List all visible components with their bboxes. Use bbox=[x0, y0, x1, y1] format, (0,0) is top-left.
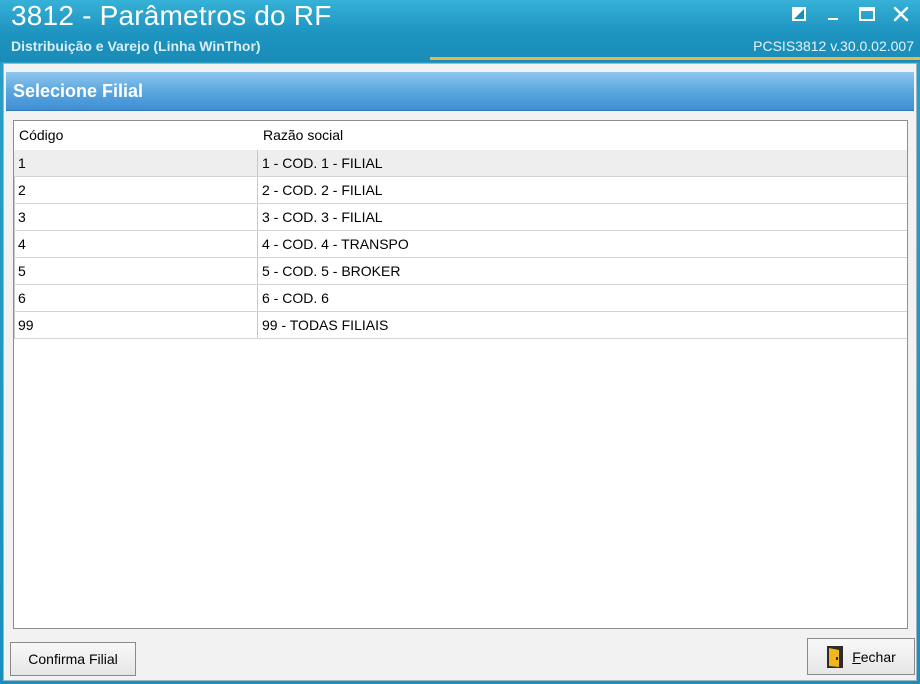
cell-codigo: 99 bbox=[14, 312, 258, 338]
cell-razao-social: 5 - COD. 5 - BROKER bbox=[262, 263, 401, 279]
column-header-razao-social[interactable]: Razão social bbox=[258, 121, 907, 150]
cell-razao-social: 4 - COD. 4 - TRANSPO bbox=[262, 236, 409, 252]
close-icon[interactable] bbox=[890, 4, 912, 24]
branch-grid[interactable]: Código Razão social 1 1 - COD. 1 - FILIA… bbox=[13, 120, 908, 629]
door-exit-icon bbox=[827, 645, 844, 668]
maximize-icon[interactable] bbox=[856, 4, 878, 24]
confirm-branch-label: Confirma Filial bbox=[28, 651, 118, 667]
cell-codigo: 3 bbox=[14, 204, 258, 230]
close-button-label: Fechar bbox=[852, 648, 896, 665]
panel-title: Selecione Filial bbox=[13, 81, 144, 101]
app-title: 3812 - Parâmetros do RF bbox=[11, 0, 332, 31]
cell-codigo: 5 bbox=[14, 258, 258, 284]
client-area: Selecione Filial Código Razão social 1 1… bbox=[3, 63, 917, 681]
panel-header: Selecione Filial bbox=[6, 72, 914, 111]
restore-icon[interactable] bbox=[788, 4, 810, 24]
close-button[interactable]: Fechar bbox=[807, 638, 915, 675]
table-row[interactable]: 5 5 - COD. 5 - BROKER bbox=[14, 258, 907, 285]
table-row[interactable]: 99 99 - TODAS FILIAIS bbox=[14, 312, 907, 339]
minimize-icon[interactable] bbox=[822, 4, 844, 24]
cell-codigo: 6 bbox=[14, 285, 258, 311]
cell-razao-social: 3 - COD. 3 - FILIAL bbox=[262, 209, 383, 225]
app-version: PCSIS3812 v.30.0.02.007 bbox=[753, 38, 914, 54]
cell-razao-social: 1 - COD. 1 - FILIAL bbox=[262, 155, 383, 171]
grid-body: 1 1 - COD. 1 - FILIAL 2 2 - COD. 2 - FIL… bbox=[14, 150, 907, 339]
cell-codigo: 1 bbox=[14, 150, 258, 176]
cell-codigo: 2 bbox=[14, 177, 258, 203]
cell-codigo: 4 bbox=[14, 231, 258, 257]
title-bar: 3812 - Parâmetros do RF Distribuição e V… bbox=[0, 0, 920, 62]
table-row[interactable]: 6 6 - COD. 6 bbox=[14, 285, 907, 312]
grid-header: Código Razão social bbox=[14, 121, 907, 150]
table-row[interactable]: 1 1 - COD. 1 - FILIAL bbox=[14, 150, 907, 177]
app-window: 3812 - Parâmetros do RF Distribuição e V… bbox=[0, 0, 920, 684]
table-row[interactable]: 3 3 - COD. 3 - FILIAL bbox=[14, 204, 907, 231]
title-accent-line bbox=[430, 57, 920, 60]
cell-razao-social: 2 - COD. 2 - FILIAL bbox=[262, 182, 383, 198]
table-row[interactable]: 4 4 - COD. 4 - TRANSPO bbox=[14, 231, 907, 258]
app-subtitle: Distribuição e Varejo (Linha WinThor) bbox=[11, 38, 261, 54]
cell-razao-social: 6 - COD. 6 bbox=[262, 290, 329, 306]
confirm-branch-button[interactable]: Confirma Filial bbox=[10, 642, 136, 676]
column-header-codigo[interactable]: Código bbox=[14, 121, 258, 150]
table-row[interactable]: 2 2 - COD. 2 - FILIAL bbox=[14, 177, 907, 204]
window-controls bbox=[788, 4, 912, 24]
cell-razao-social: 99 - TODAS FILIAIS bbox=[262, 317, 389, 333]
